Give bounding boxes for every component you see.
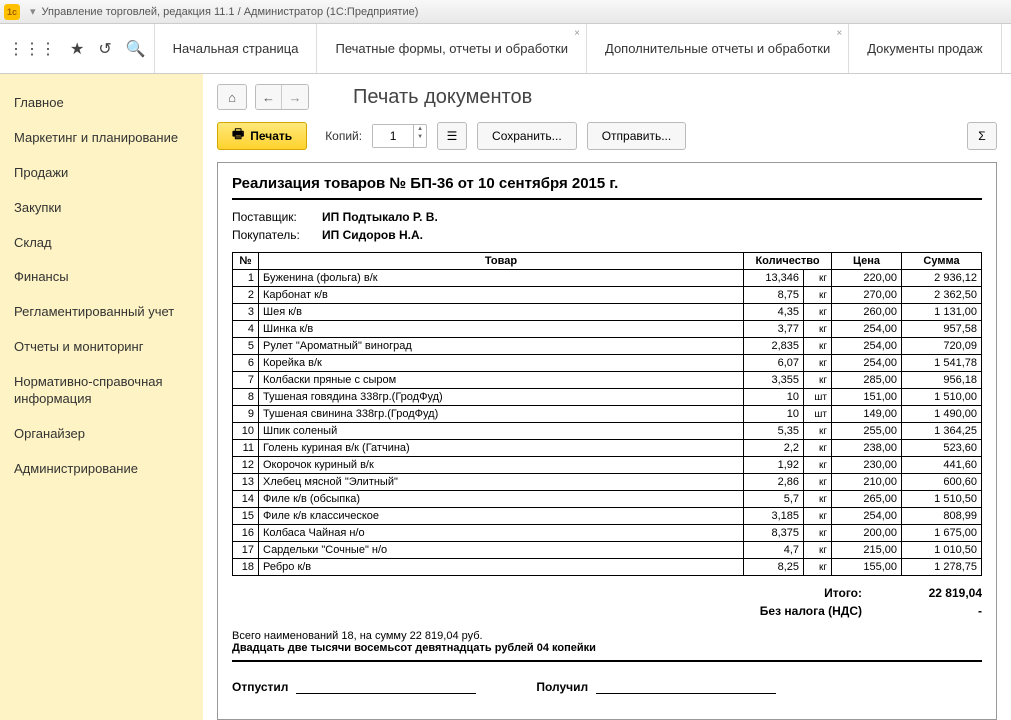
table-row: 16Колбаса Чайная н/о8,375кг200,001 675,0… — [233, 525, 982, 542]
doc-heading: Реализация товаров № БП-36 от 10 сентябр… — [232, 175, 982, 200]
table-row: 10Шпик соленый5,35кг255,001 364,25 — [233, 423, 982, 440]
sidebar-item-regulated[interactable]: Регламентированный учет — [0, 295, 203, 330]
main-area: ⌂ ← → Печать документов 🖶Печать Копий: ▲… — [203, 74, 1011, 720]
sum-button[interactable]: Σ — [967, 122, 997, 150]
copies-label: Копий: — [325, 129, 362, 143]
tab-sales-docs[interactable]: Документы продаж — [849, 24, 1001, 73]
sidebar-item-warehouse[interactable]: Склад — [0, 226, 203, 261]
sidebar-item-main[interactable]: Главное — [0, 86, 203, 121]
close-icon[interactable]: × — [836, 28, 842, 39]
star-icon[interactable]: ★ — [70, 39, 84, 59]
buyer-value: ИП Сидоров Н.А. — [322, 228, 423, 242]
sidebar-item-reports[interactable]: Отчеты и мониторинг — [0, 330, 203, 365]
copies-input[interactable] — [373, 125, 413, 147]
toolbar-icons: ⋮⋮⋮ ★ ↺ 🔍 — [0, 24, 155, 73]
table-row: 9Тушеная свинина 338гр.(ГродФуд)10шт149,… — [233, 406, 982, 423]
table-row: 2Карбонат к/в8,75кг270,002 362,50 — [233, 287, 982, 304]
window-title: Управление торговлей, редакция 11.1 / Ад… — [42, 6, 419, 18]
table-row: 1Буженина (фольга) в/к13,346кг220,002 93… — [233, 270, 982, 287]
sidebar-item-organizer[interactable]: Органайзер — [0, 417, 203, 452]
home-button[interactable]: ⌂ — [217, 84, 247, 110]
table-row: 7Колбаски пряные с сыром3,355кг285,00956… — [233, 372, 982, 389]
table-row: 4Шинка к/в3,77кг254,00957,58 — [233, 321, 982, 338]
table-row: 6Корейка в/к6,07кг254,001 541,78 — [233, 355, 982, 372]
document-preview: Реализация товаров № БП-36 от 10 сентябр… — [217, 162, 997, 720]
table-row: 13Хлебец мясной "Элитный"2,86кг210,00600… — [233, 474, 982, 491]
send-button[interactable]: Отправить... — [587, 122, 687, 150]
app-logo-icon: 1c — [4, 4, 20, 20]
search-icon[interactable]: 🔍 — [126, 39, 146, 59]
totals: Итого:22 819,04 Без налога (НДС)- — [232, 584, 982, 620]
dropdown-icon[interactable]: ▾ — [30, 5, 36, 18]
forward-button[interactable]: → — [282, 85, 308, 109]
spin-down-icon[interactable]: ▼ — [414, 133, 426, 141]
col-n: № — [233, 253, 259, 270]
save-button[interactable]: Сохранить... — [477, 122, 577, 150]
table-row: 15Филе к/в классическое3,185кг254,00808,… — [233, 508, 982, 525]
sidebar: Главное Маркетинг и планирование Продажи… — [0, 74, 203, 720]
print-button[interactable]: 🖶Печать — [217, 122, 307, 150]
table-row: 3Шея к/в4,35кг260,001 131,00 — [233, 304, 982, 321]
table-row: 11Голень куриная в/к (Гатчина)2,2кг238,0… — [233, 440, 982, 457]
printer-icon: 🖶 — [232, 125, 244, 147]
sidebar-item-purchases[interactable]: Закупки — [0, 191, 203, 226]
table-row: 14Филе к/в (обсыпка)5,7кг265,001 510,50 — [233, 491, 982, 508]
apps-icon[interactable]: ⋮⋮⋮ — [8, 39, 56, 59]
history-icon[interactable]: ↺ — [98, 39, 111, 59]
col-sum: Сумма — [902, 253, 982, 270]
table-row: 17Сардельки "Сочные" н/о4,7кг215,001 010… — [233, 542, 982, 559]
col-name: Товар — [259, 253, 744, 270]
goods-table: № Товар Количество Цена Сумма 1Буженина … — [232, 252, 982, 576]
tab-strip: ⋮⋮⋮ ★ ↺ 🔍 Начальная страница Печатные фо… — [0, 24, 1011, 74]
toolbar: 🖶Печать Копий: ▲▼ ☰ Сохранить... Отправи… — [203, 114, 1011, 162]
spin-up-icon[interactable]: ▲ — [414, 125, 426, 133]
col-qty: Количество — [744, 253, 832, 270]
signatures: Отпустил Получил — [232, 680, 982, 694]
table-row: 18Ребро к/в8,25кг155,001 278,75 — [233, 559, 982, 576]
tab-print-forms[interactable]: Печатные формы, отчеты и обработки× — [317, 24, 587, 73]
buyer-label: Покупатель: — [232, 228, 322, 242]
page-title: Печать документов — [353, 86, 532, 109]
col-price: Цена — [832, 253, 902, 270]
title-bar: 1c ▾ Управление торговлей, редакция 11.1… — [0, 0, 1011, 24]
supplier-label: Поставщик: — [232, 210, 322, 224]
copies-spinner[interactable]: ▲▼ — [372, 124, 427, 148]
tab-home[interactable]: Начальная страница — [155, 24, 318, 73]
sidebar-item-marketing[interactable]: Маркетинг и планирование — [0, 121, 203, 156]
sidebar-item-admin[interactable]: Администрирование — [0, 452, 203, 487]
close-icon[interactable]: × — [574, 28, 580, 39]
tab-additional-reports[interactable]: Дополнительные отчеты и обработки× — [587, 24, 849, 73]
sidebar-item-finance[interactable]: Финансы — [0, 260, 203, 295]
table-row: 5Рулет "Ароматный" виноград2,835кг254,00… — [233, 338, 982, 355]
supplier-value: ИП Подтыкало Р. В. — [322, 210, 438, 224]
sidebar-item-reference[interactable]: Нормативно-справочная информация — [0, 365, 203, 417]
summary: Всего наименований 18, на сумму 22 819,0… — [232, 630, 982, 662]
table-row: 8Тушеная говядина 338гр.(ГродФуд)10шт151… — [233, 389, 982, 406]
back-button[interactable]: ← — [256, 85, 282, 109]
table-row: 12Окорочок куриный в/к1,92кг230,00441,60 — [233, 457, 982, 474]
settings-button[interactable]: ☰ — [437, 122, 467, 150]
nav-group: ← → — [255, 84, 309, 110]
sidebar-item-sales[interactable]: Продажи — [0, 156, 203, 191]
